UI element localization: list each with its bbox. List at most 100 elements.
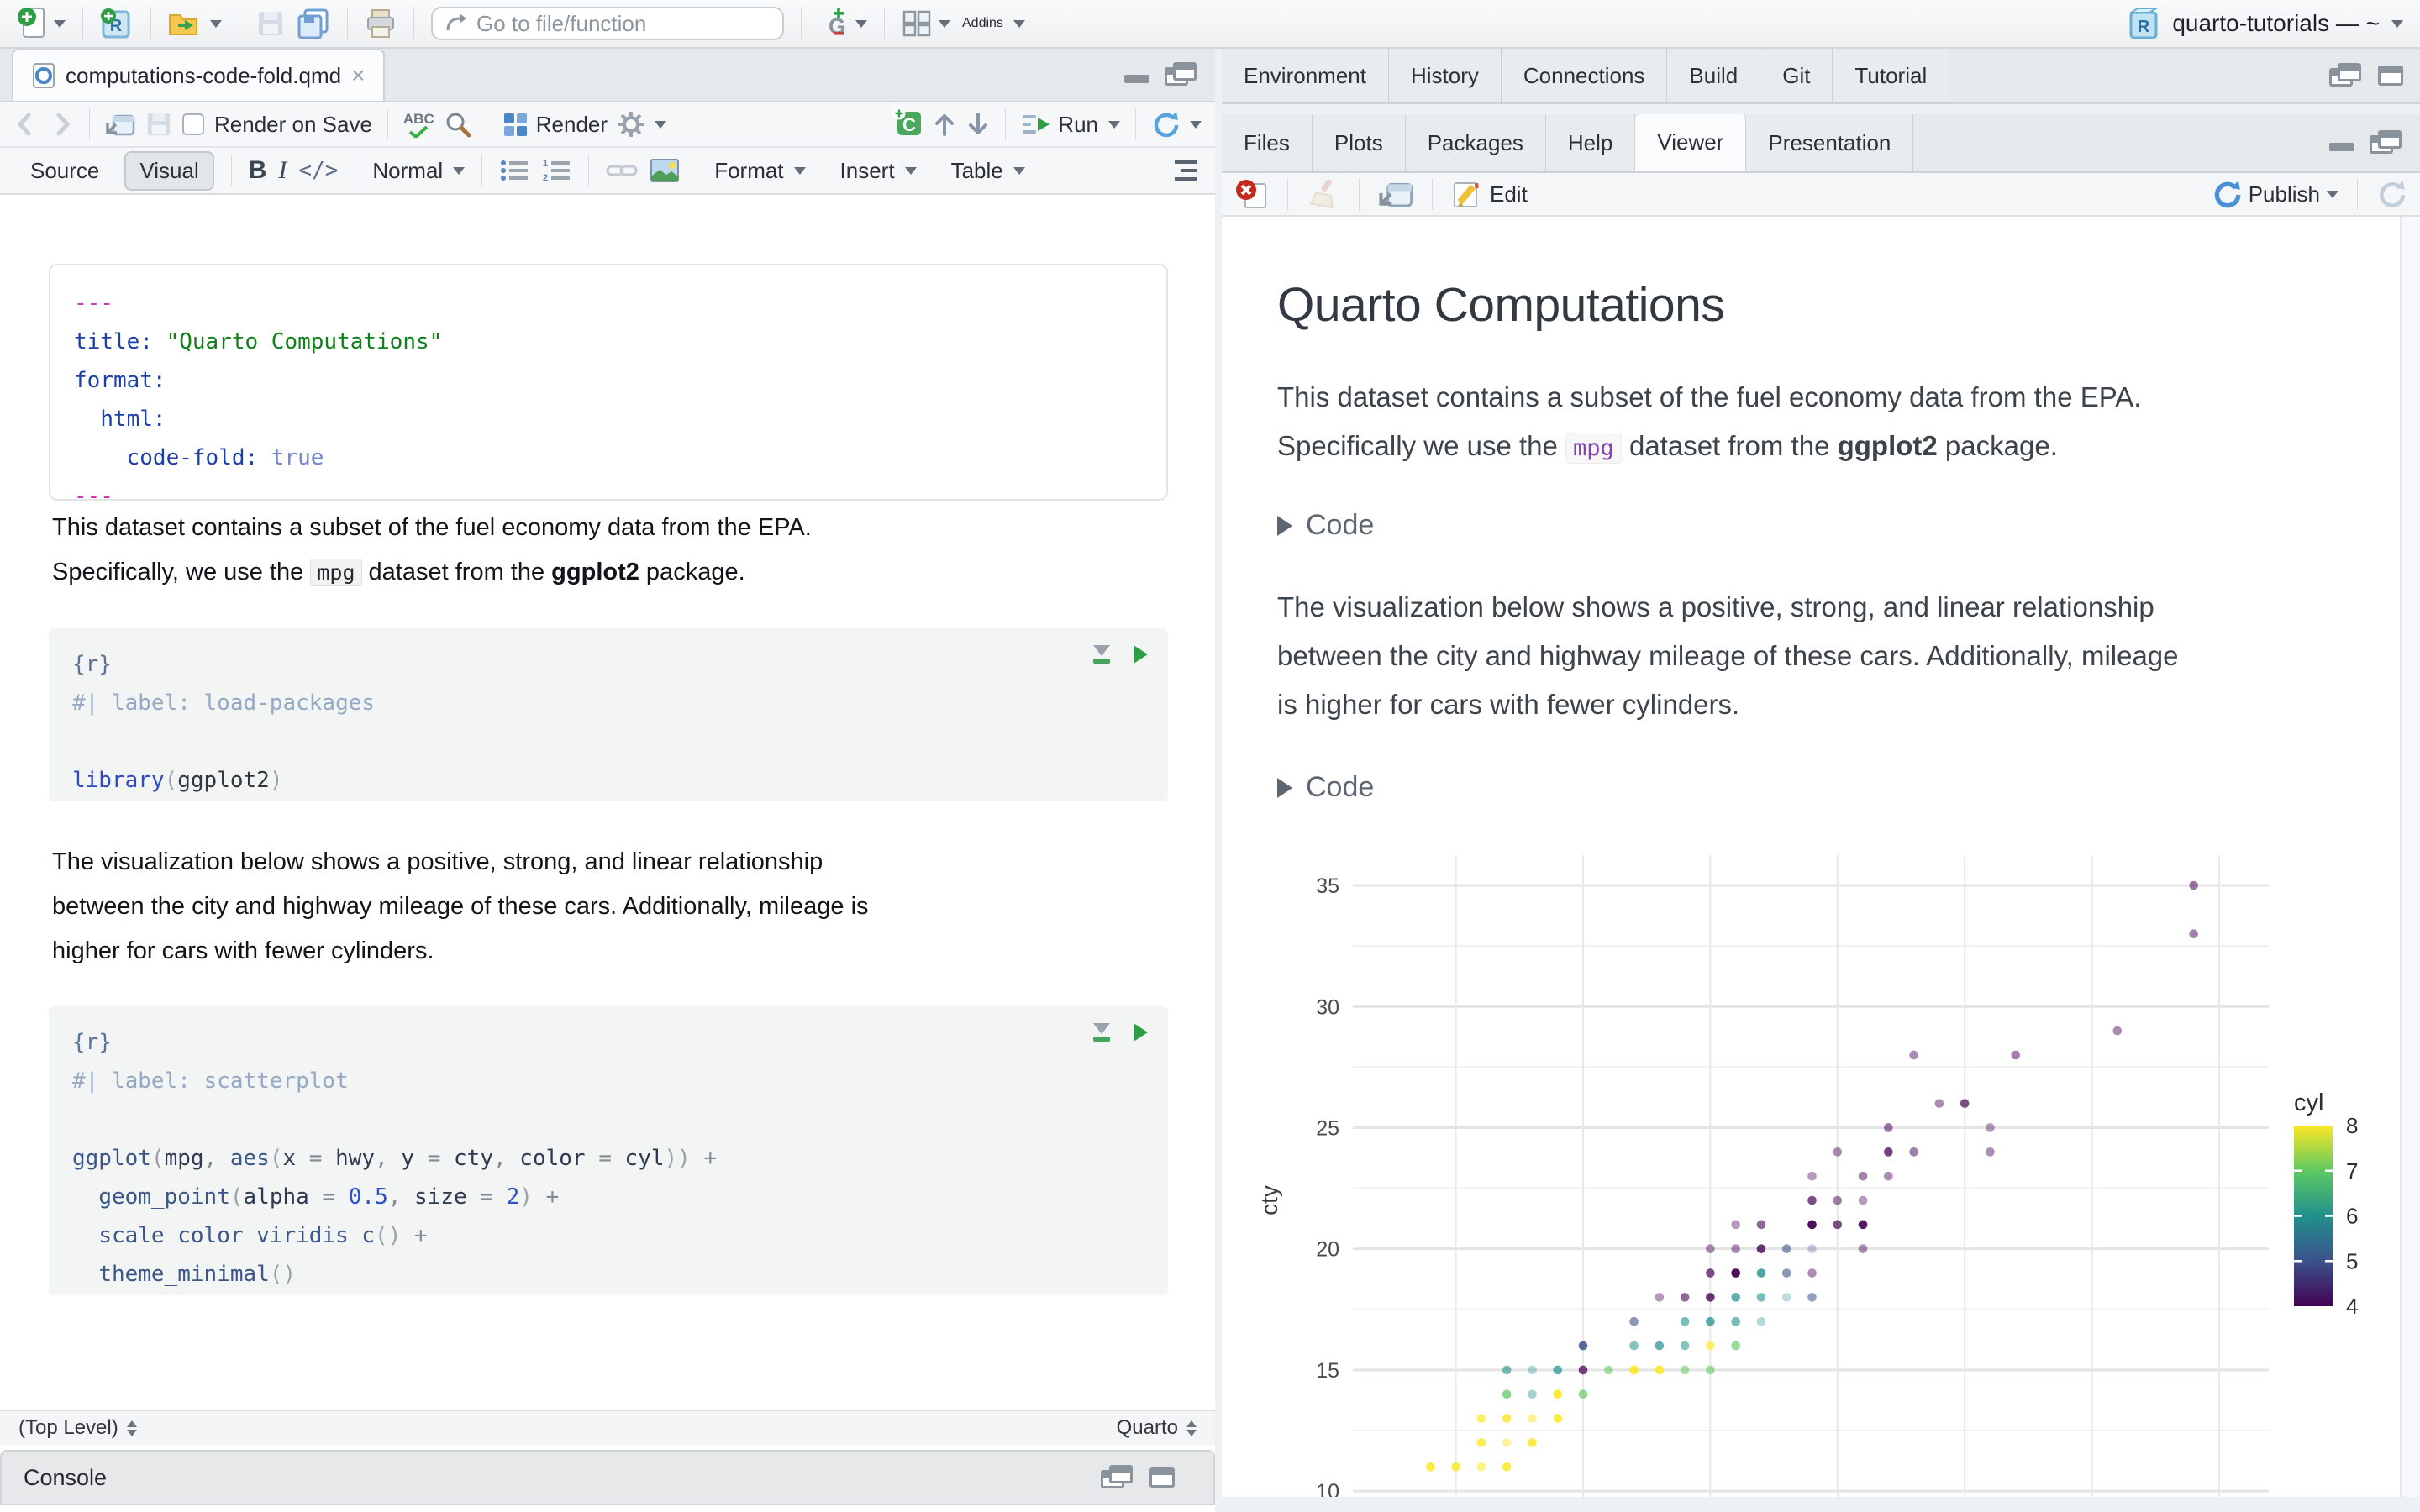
edit-button[interactable]: Edit <box>1451 178 1528 210</box>
code-format-button[interactable]: </> <box>298 158 338 183</box>
edit-pencil-icon <box>1454 182 1479 207</box>
tab-environment[interactable]: Environment <box>1222 49 1389 102</box>
format-menu[interactable]: Format <box>714 158 806 184</box>
popout-viewer-icon[interactable] <box>1378 178 1413 210</box>
run-chunks-above-icon[interactable] <box>1093 645 1110 664</box>
source-mode-button[interactable]: Source <box>17 153 113 189</box>
render-settings-gear-icon[interactable] <box>618 111 644 138</box>
popout-editor-icon[interactable] <box>105 111 135 138</box>
project-menu[interactable]: R quarto-tutorials — ~ <box>2127 7 2403 40</box>
render-on-save-checkbox[interactable] <box>182 113 204 135</box>
search-icon[interactable] <box>445 111 471 138</box>
insert-menu-label: Insert <box>839 157 895 183</box>
maximize-pane-icon[interactable] <box>2378 66 2403 86</box>
code-chunk-scatterplot[interactable]: {r} #| label: scatterplot ggplot(mpg, aes(… <box>49 1006 1168 1295</box>
save-button[interactable] <box>256 9 285 38</box>
run-button[interactable]: Run <box>1021 112 1098 138</box>
open-file-button[interactable] <box>168 8 222 39</box>
numbered-list-icon[interactable]: 12 <box>541 158 571 183</box>
environment-tabbar: Environment History Connections Build Git Tut… <box>1222 49 2420 104</box>
tab-files[interactable]: Files <box>1222 114 1313 171</box>
render-caret-icon[interactable] <box>655 120 667 129</box>
editor-canvas[interactable]: --- title: "Quarto Computations" format: h… <box>0 195 1215 1410</box>
yaml-block[interactable]: --- title: "Quarto Computations" format: h… <box>49 264 1168 509</box>
filetype-selector[interactable]: Quarto <box>1117 1416 1197 1440</box>
run-chunk-icon[interactable] <box>1134 1023 1148 1042</box>
cascade-panes-icon[interactable] <box>2329 63 2363 88</box>
paragraph-style-select[interactable]: Normal <box>372 157 466 184</box>
tab-packages[interactable]: Packages <box>1405 114 1546 171</box>
viewer-document[interactable]: Quarto Computations This dataset contain… <box>1222 217 2420 1512</box>
save-icon[interactable] <box>145 111 172 138</box>
code-fold-toggle-2[interactable]: Code <box>1277 771 1374 804</box>
filetype-updown-icon <box>1186 1420 1197 1436</box>
tab-close-icon[interactable]: × <box>351 62 365 89</box>
goto-file-input[interactable]: Go to file/function <box>431 7 784 40</box>
minimize-pane-icon[interactable] <box>1124 75 1150 83</box>
refresh-viewer-icon[interactable] <box>2376 179 2407 209</box>
minimize-pane-icon[interactable] <box>2329 143 2354 151</box>
maximize-pane-icon[interactable] <box>1150 1467 1175 1488</box>
run-chunks-above-icon[interactable] <box>1093 1023 1110 1042</box>
code-fold-toggle-1[interactable]: Code <box>1277 509 1374 542</box>
code-chunk-load-packages[interactable]: {r} #| label: load-packages library(ggplot… <box>49 628 1168 801</box>
publish-label: Publish <box>2248 181 2320 207</box>
svg-text:25: 25 <box>1316 1116 1339 1140</box>
table-menu[interactable]: Table <box>951 158 1025 184</box>
visual-mode-button[interactable]: Visual <box>124 150 214 191</box>
paragraph-style-value: Normal <box>372 157 444 183</box>
svg-text:35: 35 <box>1316 874 1339 898</box>
viewer-stop-icon[interactable] <box>1235 177 1269 211</box>
render-button[interactable]: Render <box>502 112 608 138</box>
console-header[interactable]: Console <box>0 1450 1215 1505</box>
run-caret-icon[interactable] <box>1108 120 1120 129</box>
version-control-button[interactable]: G <box>818 7 867 40</box>
tab-help[interactable]: Help <box>1545 114 1636 171</box>
tab-git[interactable]: Git <box>1760 49 1833 102</box>
tab-history[interactable]: History <box>1388 49 1502 102</box>
rerun-source-icon[interactable] <box>1151 110 1180 139</box>
viewer-toolbar: Edit Publish <box>1222 173 2420 217</box>
viewer-scrollbar[interactable] <box>2400 217 2420 1497</box>
italic-button[interactable]: I <box>278 156 287 185</box>
new-file-caret-icon <box>54 19 66 28</box>
back-icon[interactable] <box>13 112 39 137</box>
tab-viewer[interactable]: Viewer <box>1635 114 1747 171</box>
clear-viewer-broom-icon[interactable] <box>1307 177 1340 211</box>
tab-plots[interactable]: Plots <box>1312 114 1406 171</box>
cascade-panes-icon[interactable] <box>2370 130 2403 155</box>
insert-menu[interactable]: Insert <box>840 158 917 184</box>
addins-menu[interactable]: Addins <box>962 16 1025 31</box>
editor-tab[interactable]: computations-code-fold.qmd × <box>12 49 386 101</box>
tab-connections[interactable]: Connections <box>1501 49 1668 102</box>
image-icon[interactable] <box>650 158 680 183</box>
tab-presentation[interactable]: Presentation <box>1746 114 1914 171</box>
outline-toggle-icon[interactable] <box>1170 159 1198 182</box>
publish-button[interactable]: Publish <box>2212 179 2338 209</box>
scope-label: (Top Level) <box>18 1416 118 1439</box>
go-prev-section-icon[interactable] <box>933 111 956 138</box>
insert-chunk-button[interactable]: C <box>892 107 923 143</box>
tab-build[interactable]: Build <box>1667 49 1761 102</box>
link-icon[interactable] <box>606 158 638 183</box>
document-paragraph-1: This dataset contains a subset of the fu… <box>1277 373 2378 473</box>
go-next-section-icon[interactable] <box>966 111 990 138</box>
forward-icon[interactable] <box>49 112 74 137</box>
editor-paragraph-2[interactable]: The visualization below shows a positive… <box>52 840 1161 974</box>
new-project-button[interactable]: R <box>100 7 134 40</box>
new-file-button[interactable] <box>17 7 66 40</box>
viewer-bottom-strip <box>1222 1497 2420 1512</box>
cascade-panes-icon[interactable] <box>1165 62 1198 87</box>
editor-paragraph-1[interactable]: This dataset contains a subset of the fu… <box>52 506 1161 595</box>
bold-button[interactable]: B <box>249 156 267 185</box>
save-all-button[interactable] <box>297 8 330 39</box>
cascade-panes-icon[interactable] <box>1101 1465 1134 1490</box>
run-chunk-icon[interactable] <box>1134 645 1148 664</box>
print-button[interactable] <box>365 8 397 39</box>
workspace-panes-button[interactable] <box>902 9 950 38</box>
spellcheck-icon[interactable]: ABC <box>403 112 434 138</box>
source-caret-icon[interactable] <box>1190 120 1202 129</box>
scope-selector[interactable]: (Top Level) <box>18 1416 137 1440</box>
tab-tutorial[interactable]: Tutorial <box>1833 49 1950 102</box>
bullet-list-icon[interactable] <box>499 158 529 183</box>
